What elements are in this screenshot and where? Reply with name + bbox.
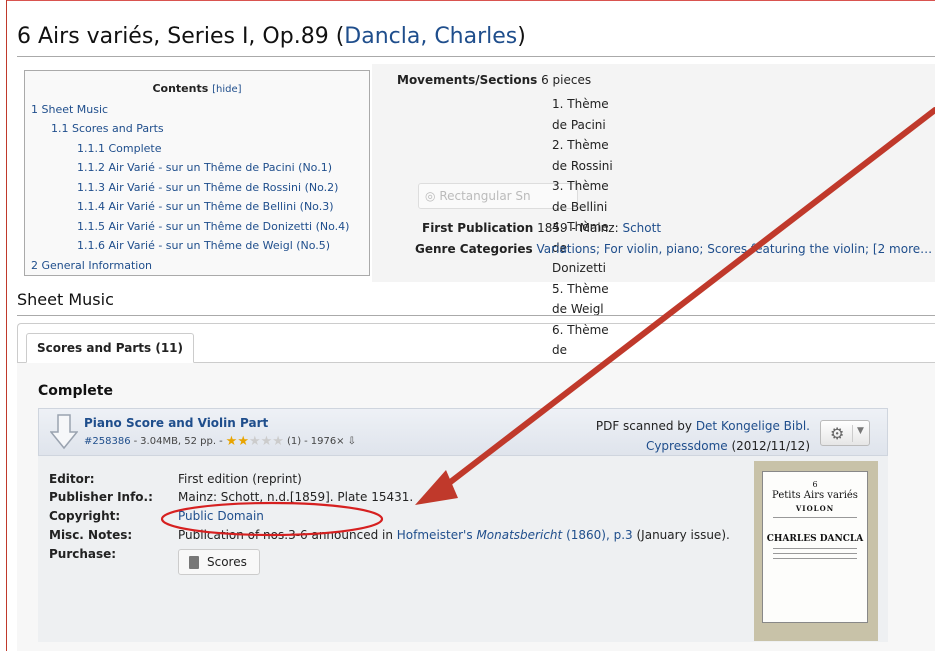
first-publication-label: First Publication: [422, 221, 534, 235]
star-icon[interactable]: ★: [249, 435, 261, 448]
title-paren-close: ): [517, 24, 526, 49]
genre-categories-links[interactable]: Variations; For violin, piano; Scores fe…: [537, 242, 933, 256]
file-meta: #258386 - 3.04MB, 52 pp. - ★ ★ ★ ★ ★ (1) - 1…: [84, 435, 356, 448]
publisher-link[interactable]: Schott: [622, 221, 661, 235]
thumbnail-rule: [773, 558, 857, 559]
genre-categories-label: Genre Categories: [415, 242, 533, 256]
meta-sep: -: [304, 436, 308, 447]
thumbnail-title: Petits Airs variés: [772, 490, 858, 501]
toc-item[interactable]: 1.1.4 Air Varié - sur un Thême de Bellin…: [31, 197, 363, 217]
toc-list: 1 Sheet Music 1.1 Scores and Parts 1.1.1 C…: [31, 100, 363, 276]
work-title: 6 Airs variés, Series I, Op.89: [17, 24, 329, 49]
thumbnail-rule: [773, 548, 857, 549]
movement-item: 5. Thème de Weigl: [552, 281, 609, 317]
file-actions-button[interactable]: ⚙ ▼: [820, 420, 870, 446]
movements-row: Movements/Sections 6 pieces: [397, 73, 591, 87]
toc-item[interactable]: 1.1.3 Air Varié - sur un Thême de Rossin…: [31, 178, 363, 198]
scores-button-label: Scores: [207, 555, 247, 569]
rating-count: (1): [286, 436, 302, 447]
hofmeister-link[interactable]: Hofmeister's: [397, 528, 473, 542]
rating-stars[interactable]: ★ ★ ★ ★ ★: [226, 435, 284, 448]
chevron-down-icon: ▼: [857, 426, 864, 436]
toc-item[interactable]: 1 Sheet Music: [31, 100, 363, 120]
snip-label: Rectangular Sn: [439, 189, 531, 203]
frame-left-border: [6, 0, 7, 651]
title-divider: [17, 56, 935, 57]
toc-item[interactable]: 1.1 Scores and Parts: [31, 119, 363, 139]
file-id-link[interactable]: #258386: [84, 436, 131, 447]
monatsbericht-link[interactable]: Monatsbericht: [476, 528, 562, 542]
snip-icon: ◎: [425, 189, 436, 203]
book-icon: [189, 556, 199, 569]
movements-label: Movements/Sections: [397, 73, 538, 87]
first-publication-row: First Publication 1859 - Mainz: Schott: [422, 221, 661, 235]
toc-heading: Contents [hide]: [31, 79, 363, 100]
file-size: 3.04MB, 52 pp.: [140, 436, 217, 447]
thumbnail-number: 6: [812, 480, 818, 489]
thumbnail-rule: [773, 517, 857, 518]
download-arrow-icon[interactable]: [50, 414, 78, 450]
toc-item[interactable]: 1.1.1 Complete: [31, 139, 363, 159]
purchase-label: Purchase:: [49, 547, 117, 561]
scan-info: PDF scanned by Det Kongelige Bibl. Cypre…: [560, 416, 810, 456]
movements-value: 6 pieces: [541, 73, 592, 87]
toc-item[interactable]: 2 General Information: [31, 256, 363, 276]
first-publication-value: 1859 - Mainz:: [537, 221, 619, 235]
composer-link[interactable]: Dancla, Charles: [344, 24, 517, 49]
toc-item[interactable]: 1.1.6 Air Varié - sur un Thême de Weigl …: [31, 236, 363, 256]
upload-date: (2012/11/12): [731, 439, 810, 453]
toc-item[interactable]: 1.1.5 Air Varié - sur un Thême de Donize…: [31, 217, 363, 237]
sheet-music-heading: Sheet Music: [17, 290, 114, 309]
frame-top-border: [6, 0, 935, 1]
toc-item[interactable]: 1.1.2 Air Varié - sur un Thême de Pacini…: [31, 158, 363, 178]
file-title-link[interactable]: Piano Score and Violin Part: [84, 416, 268, 430]
meta-sep: -: [133, 436, 138, 447]
copyright-label: Copyright:: [49, 509, 121, 523]
scanner-link[interactable]: Det Kongelige Bibl.: [696, 419, 810, 433]
scan-prefix: PDF scanned by: [595, 419, 692, 433]
complete-subheading: Complete: [38, 383, 113, 399]
star-icon[interactable]: ★: [237, 435, 249, 448]
movement-item: 3. Thème de Bellini: [552, 179, 609, 214]
misc-notes-value: Publication of nos.3-6 announced in Hofm…: [178, 528, 730, 542]
editor-value: First edition (reprint): [178, 472, 302, 486]
publisher-info-value: Mainz: Schott, n.d.[1859]. Plate 15431.: [178, 490, 414, 504]
movement-item: 1. Thème de Pacini: [552, 97, 609, 132]
thumbnail-instrument: VIOLON: [795, 504, 835, 513]
misc-notes-prefix: Publication of nos.3-6 announced in: [178, 528, 393, 542]
misc-notes-suffix: (January issue).: [636, 528, 730, 542]
thumbnail-page: 6 Petits Airs variés VIOLON CHARLES DANC…: [762, 471, 868, 623]
sheet-music-divider: [17, 315, 935, 316]
meta-sep: -: [219, 436, 223, 447]
publisher-info-label: Publisher Info.:: [49, 490, 153, 504]
misc-notes-label: Misc. Notes:: [49, 528, 133, 542]
gear-icon: ⚙: [830, 424, 845, 443]
genre-categories-row: Genre Categories Variations; For violin,…: [415, 242, 932, 256]
toc-hide-link[interactable]: [hide]: [212, 84, 241, 95]
star-icon[interactable]: ★: [272, 435, 284, 448]
uploader-link[interactable]: Cypressdome: [646, 439, 728, 453]
movement-item: 2. Thème de Rossini: [552, 138, 613, 173]
title-paren-open: (: [335, 24, 345, 49]
star-icon[interactable]: ★: [261, 435, 273, 448]
copyright-link[interactable]: Public Domain: [178, 509, 264, 523]
toc-heading-label: Contents: [152, 82, 209, 95]
download-count: 1976×: [310, 436, 345, 447]
table-of-contents: Contents [hide] 1 Sheet Music 1.1 Scores …: [24, 70, 370, 276]
tab-scores-and-parts[interactable]: Scores and Parts (11): [26, 333, 194, 363]
score-thumbnail[interactable]: 6 Petits Airs variés VIOLON CHARLES DANC…: [754, 461, 878, 641]
download-small-icon: ⇩: [347, 436, 356, 447]
thumbnail-composer: CHARLES DANCLA: [766, 534, 864, 544]
monatsbericht-page-link[interactable]: (1860), p.3: [566, 528, 633, 542]
star-icon[interactable]: ★: [226, 435, 238, 448]
editor-label: Editor:: [49, 472, 95, 486]
button-separator: [852, 425, 853, 442]
thumbnail-rule: [773, 553, 857, 554]
scores-purchase-button[interactable]: Scores: [178, 549, 260, 575]
page-title: 6 Airs variés, Series I, Op.89 (Dancla, …: [17, 24, 526, 49]
